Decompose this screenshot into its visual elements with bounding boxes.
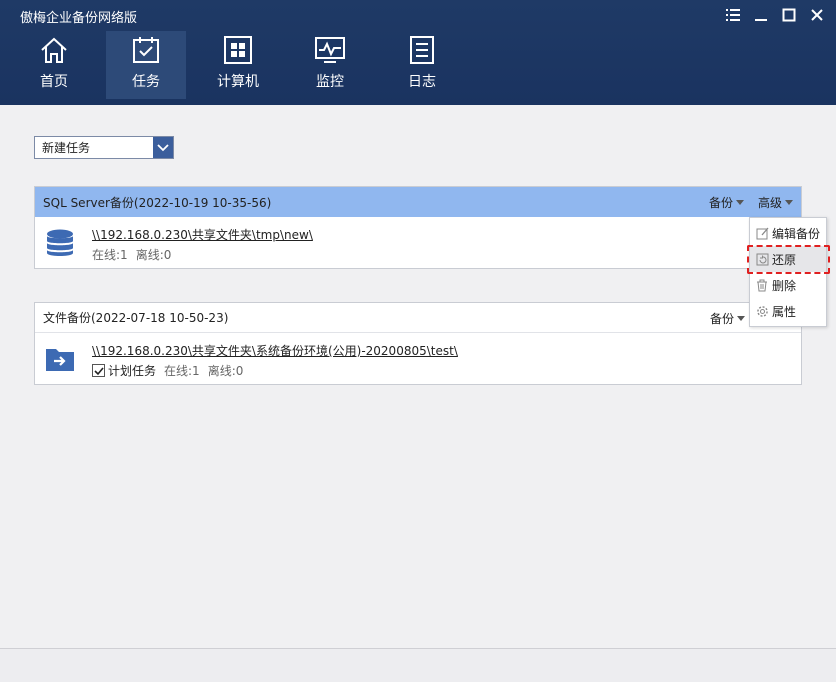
new-task-label: 新建任务: [42, 141, 91, 155]
task-card-body: \\192.168.0.230\共享文件夹\系统备份环境(公用)-2020080…: [35, 333, 801, 384]
nav-label: 任务: [132, 74, 160, 90]
advanced-button[interactable]: 高级: [758, 194, 793, 211]
home-icon: [38, 34, 70, 66]
menu-item-restore[interactable]: 还原: [747, 245, 830, 274]
menu-item-label: 删除: [772, 278, 797, 293]
checkbox[interactable]: [92, 364, 105, 377]
nav-label: 监控: [316, 74, 344, 90]
chevron-down-icon: [737, 316, 745, 321]
status-line: 在线:1 离线:0: [92, 246, 171, 263]
advanced-menu: 编辑备份 还原 删除 属性: [747, 217, 830, 327]
scheduled-task-label: 计划任务: [108, 364, 157, 378]
menu-item-properties[interactable]: 属性: [750, 298, 826, 324]
task-title: SQL Server备份(2022-10-19 10-35-56): [43, 195, 272, 210]
title-bar: 傲梅企业备份网络版 首页 任务 计算机 监控 日志: [0, 0, 836, 105]
menu-item-label: 编辑备份: [772, 226, 821, 241]
backup-button[interactable]: 备份: [710, 310, 745, 327]
minimize-icon[interactable]: [752, 6, 770, 24]
advanced-label: 高级: [757, 195, 782, 210]
offline-count: 离线:0: [135, 248, 172, 262]
main-nav: 首页 任务 计算机 监控 日志: [14, 31, 462, 99]
nav-monitor[interactable]: 监控: [290, 31, 370, 99]
new-task-dropdown[interactable]: 新建任务: [34, 136, 174, 159]
backup-label: 备份: [709, 311, 734, 326]
nav-label: 首页: [40, 74, 68, 90]
chevron-down-icon: [735, 200, 744, 205]
database-icon: [45, 228, 75, 258]
online-count: 在线:1: [92, 248, 128, 262]
app-title: 傲梅企业备份网络版: [20, 11, 138, 26]
task-calendar-icon: [130, 34, 162, 66]
menu-item-edit-backup[interactable]: 编辑备份: [750, 220, 826, 246]
backup-destination-link[interactable]: \\192.168.0.230\共享文件夹\tmp\new\: [92, 226, 313, 243]
menu-item-label: 属性: [772, 304, 797, 319]
nav-logs[interactable]: 日志: [382, 31, 462, 99]
status-line: 计划任务 在线:1 离线:0: [92, 362, 243, 379]
nav-home[interactable]: 首页: [14, 31, 94, 99]
nav-computers[interactable]: 计算机: [198, 31, 278, 99]
chevron-down-icon[interactable]: [153, 137, 173, 158]
monitor-icon: [314, 34, 346, 66]
menu-item-label: 还原: [772, 252, 797, 267]
log-icon: [406, 34, 438, 66]
edit-icon: [755, 226, 769, 240]
nav-tasks[interactable]: 任务: [106, 31, 186, 99]
windows-icon: [222, 34, 254, 66]
close-icon[interactable]: [808, 6, 826, 24]
task-card-header[interactable]: 文件备份(2022-07-18 10-50-23) 备份: [35, 303, 801, 333]
trash-icon: [755, 278, 769, 292]
task-card-header[interactable]: SQL Server备份(2022-10-19 10-35-56) 备份 高级: [35, 187, 801, 217]
task-card[interactable]: 文件备份(2022-07-18 10-50-23) 备份 \\192.168.0…: [34, 302, 802, 385]
nav-label: 计算机: [217, 74, 259, 90]
backup-button[interactable]: 备份: [709, 194, 744, 211]
folder-arrow-icon: [45, 344, 75, 374]
status-bar: [0, 648, 836, 682]
scheduled-task-toggle[interactable]: 计划任务: [92, 362, 156, 379]
menu-item-delete[interactable]: 删除: [750, 272, 826, 298]
task-card-body: \\192.168.0.230\共享文件夹\tmp\new\ 在线:1 离线:0: [35, 217, 801, 268]
backup-destination-link[interactable]: \\192.168.0.230\共享文件夹\系统备份环境(公用)-2020080…: [92, 342, 458, 359]
gear-icon: [755, 304, 769, 318]
online-count: 在线:1: [164, 364, 200, 378]
backup-label: 备份: [708, 195, 733, 210]
window-controls: [724, 6, 826, 24]
main-area: 新建任务 SQL Server备份(2022-10-19 10-35-56) 备…: [0, 105, 836, 650]
task-card[interactable]: SQL Server备份(2022-10-19 10-35-56) 备份 高级: [34, 186, 802, 269]
maximize-icon[interactable]: [780, 6, 798, 24]
offline-count: 离线:0: [207, 364, 244, 378]
task-title: 文件备份(2022-07-18 10-50-23): [43, 311, 229, 325]
nav-label: 日志: [408, 74, 436, 90]
chevron-down-icon: [785, 200, 793, 205]
restore-icon: [755, 252, 769, 266]
menu-icon[interactable]: [724, 6, 742, 24]
